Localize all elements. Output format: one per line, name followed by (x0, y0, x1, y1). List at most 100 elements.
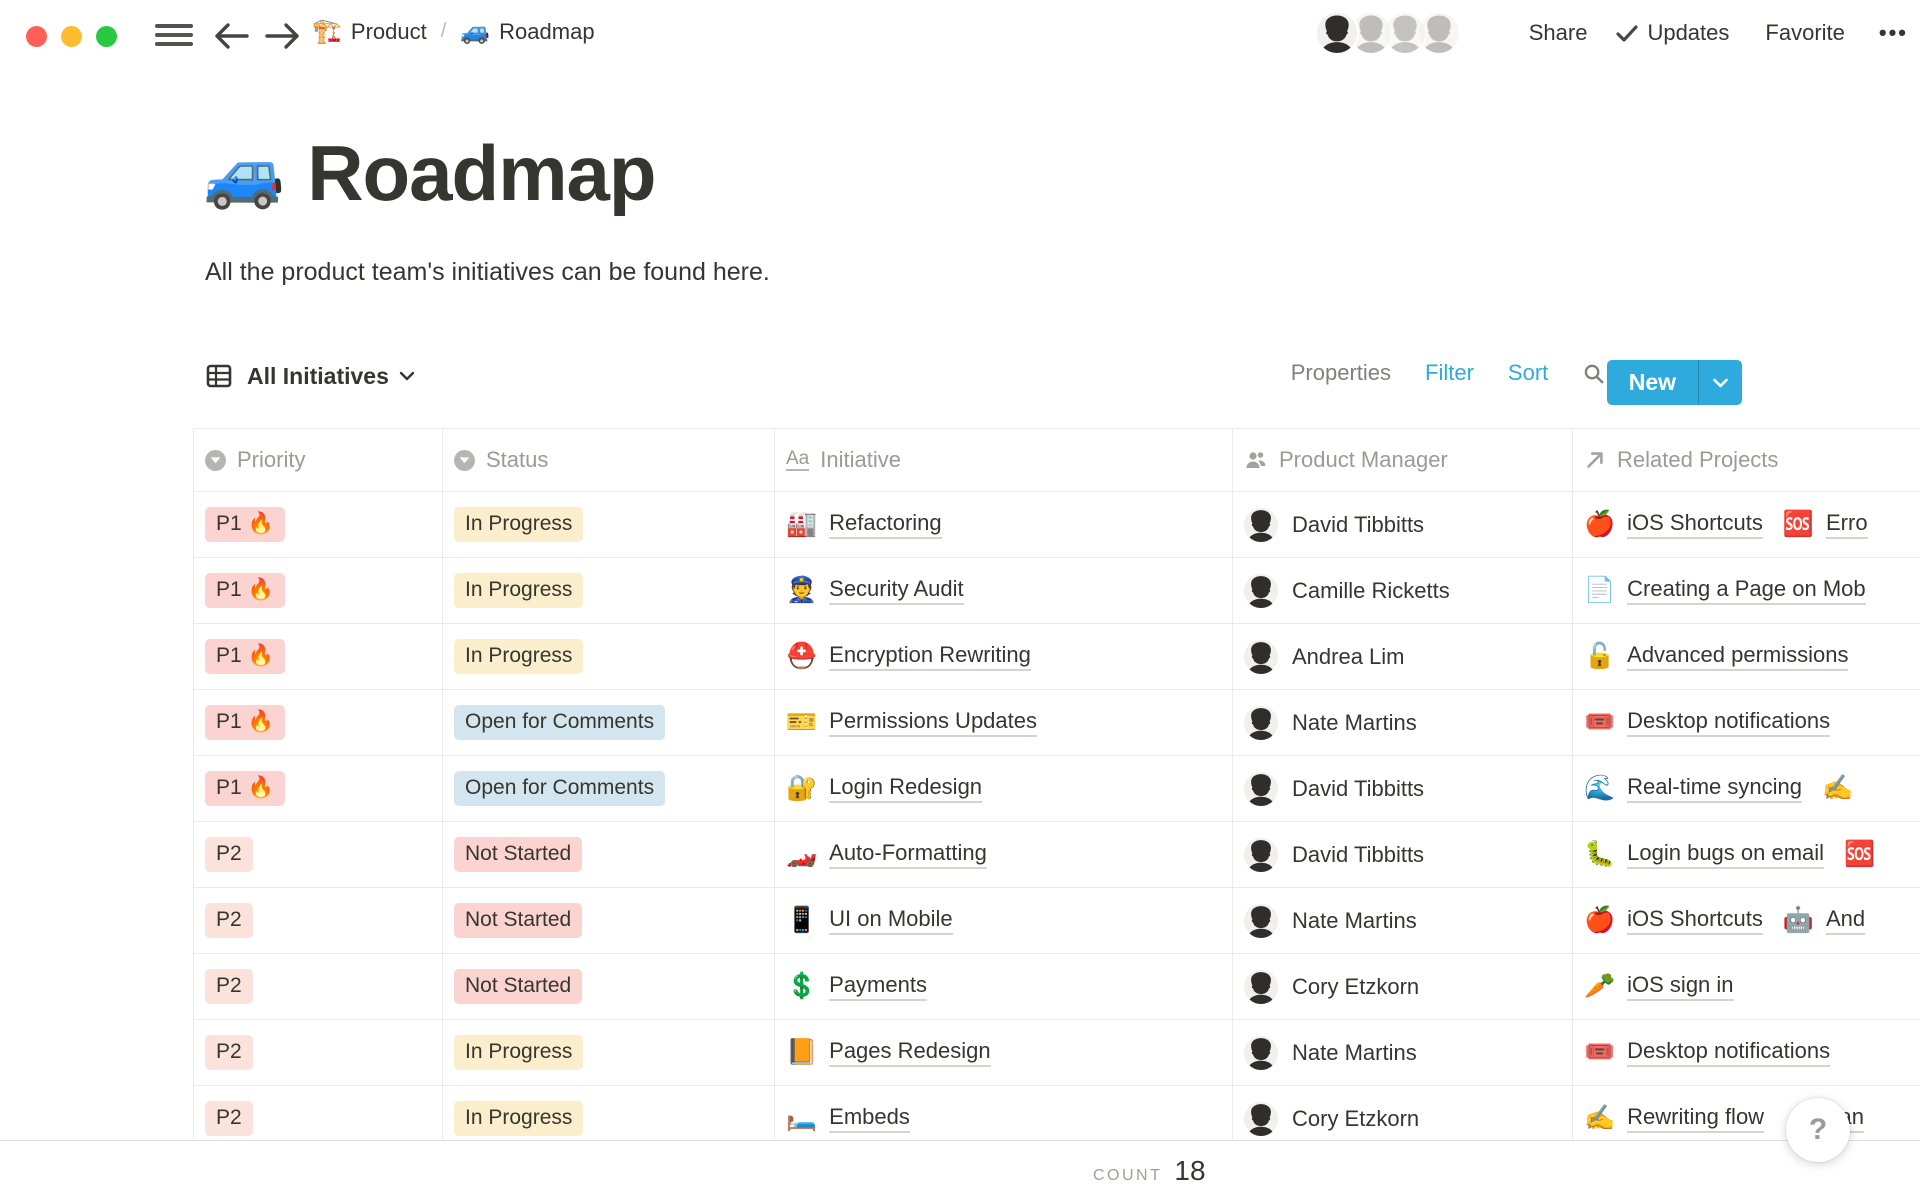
status-cell[interactable]: In Progress (443, 492, 775, 557)
filter-button[interactable]: Filter (1425, 360, 1474, 386)
priority-cell[interactable]: P2 (193, 1086, 443, 1140)
column-header-priority[interactable]: Priority (193, 429, 443, 491)
status-cell[interactable]: In Progress (443, 558, 775, 623)
column-header-initiative[interactable]: Aa Initiative (775, 429, 1233, 491)
new-button-label[interactable]: New (1607, 360, 1698, 405)
initiative-page-link[interactable]: 🏭 Refactoring (786, 510, 942, 539)
column-header-product-manager[interactable]: Product Manager (1233, 429, 1573, 491)
sidebar-menu-icon[interactable] (155, 24, 193, 48)
related-projects-cell[interactable]: 🐛Login bugs on email 🆘 (1573, 822, 1920, 887)
initiative-cell[interactable]: 📙 Pages Redesign (775, 1020, 1233, 1085)
status-cell[interactable]: Not Started (443, 822, 775, 887)
related-project-link[interactable]: 🍎iOS Shortcuts (1584, 510, 1763, 539)
related-projects-cell[interactable]: 🎟️Desktop notifications (1573, 1020, 1920, 1085)
related-project-link[interactable]: 🐛Login bugs on email (1584, 840, 1824, 869)
initiative-cell[interactable]: 📱 UI on Mobile (775, 888, 1233, 953)
back-button[interactable] (212, 20, 252, 52)
priority-cell[interactable]: P1 🔥 (193, 690, 443, 755)
initiative-page-link[interactable]: 💲 Payments (786, 972, 927, 1001)
initiative-page-link[interactable]: 📙 Pages Redesign (786, 1038, 991, 1067)
column-header-status[interactable]: Status (443, 429, 775, 491)
initiative-cell[interactable]: 🏎️ Auto-Formatting (775, 822, 1233, 887)
related-project-link[interactable]: ✍️ (1822, 774, 1853, 803)
favorite-button[interactable]: Favorite (1765, 20, 1844, 46)
priority-cell[interactable]: P2 (193, 822, 443, 887)
priority-cell[interactable]: P1 🔥 (193, 492, 443, 557)
status-cell[interactable]: Not Started (443, 954, 775, 1019)
share-button[interactable]: Share (1529, 20, 1588, 46)
page-emoji[interactable]: 🚙 (203, 135, 285, 213)
more-options-icon[interactable]: ••• (1879, 20, 1908, 46)
product-manager-cell[interactable]: Cory Etzkorn (1233, 1086, 1573, 1140)
status-cell[interactable]: In Progress (443, 624, 775, 689)
related-projects-cell[interactable]: 🔓Advanced permissions (1573, 624, 1920, 689)
related-projects-cell[interactable]: ✍️Rewriting flow🖋️Lan (1573, 1086, 1920, 1140)
updates-button[interactable]: Updates (1615, 20, 1729, 46)
product-manager-cell[interactable]: David Tibbitts (1233, 756, 1573, 821)
related-project-link[interactable]: 🌊Real-time syncing (1584, 774, 1802, 803)
initiative-page-link[interactable]: 🎫 Permissions Updates (786, 708, 1037, 737)
product-manager-cell[interactable]: Nate Martins (1233, 1020, 1573, 1085)
related-project-link[interactable]: 📄Creating a Page on Mob (1584, 576, 1866, 605)
help-button[interactable]: ? (1786, 1098, 1850, 1162)
new-button-caret[interactable] (1699, 360, 1742, 405)
priority-cell[interactable]: P1 🔥 (193, 624, 443, 689)
priority-cell[interactable]: P2 (193, 954, 443, 1019)
product-manager-cell[interactable]: David Tibbitts (1233, 822, 1573, 887)
priority-cell[interactable]: P2 (193, 888, 443, 953)
status-cell[interactable]: In Progress (443, 1086, 775, 1140)
properties-button[interactable]: Properties (1291, 360, 1391, 386)
related-projects-cell[interactable]: 🍎iOS Shortcuts 🤖And (1573, 888, 1920, 953)
related-projects-cell[interactable]: 🍎iOS Shortcuts 🆘Erro (1573, 492, 1920, 557)
related-project-link[interactable]: 🤖And (1783, 906, 1865, 935)
related-projects-cell[interactable]: 🌊Real-time syncing ✍️ (1573, 756, 1920, 821)
new-button[interactable]: New (1607, 360, 1742, 405)
breadcrumb-parent[interactable]: Product (351, 19, 427, 45)
initiative-cell[interactable]: 🔐 Login Redesign (775, 756, 1233, 821)
priority-cell[interactable]: P2 (193, 1020, 443, 1085)
related-project-link[interactable]: 🆘 (1844, 840, 1875, 869)
related-project-link[interactable]: 🎟️Desktop notifications (1584, 708, 1830, 737)
initiative-cell[interactable]: ⛑️ Encryption Rewriting (775, 624, 1233, 689)
initiative-cell[interactable]: 🏭 Refactoring (775, 492, 1233, 557)
view-switcher[interactable]: All Initiatives (205, 362, 415, 390)
initiative-cell[interactable]: 👮 Security Audit (775, 558, 1233, 623)
breadcrumb-current[interactable]: Roadmap (499, 19, 594, 45)
product-manager-cell[interactable]: Andrea Lim (1233, 624, 1573, 689)
product-manager-cell[interactable]: Cory Etzkorn (1233, 954, 1573, 1019)
zoom-window-button[interactable] (96, 26, 117, 47)
initiative-page-link[interactable]: 📱 UI on Mobile (786, 906, 953, 935)
product-manager-cell[interactable]: Nate Martins (1233, 888, 1573, 953)
related-projects-cell[interactable]: 🥕iOS sign in (1573, 954, 1920, 1019)
status-cell[interactable]: In Progress (443, 1020, 775, 1085)
related-projects-cell[interactable]: 📄Creating a Page on Mob (1573, 558, 1920, 623)
initiative-page-link[interactable]: 🛏️ Embeds (786, 1104, 910, 1133)
product-manager-cell[interactable]: David Tibbitts (1233, 492, 1573, 557)
related-project-link[interactable]: 🔓Advanced permissions (1584, 642, 1848, 671)
initiative-page-link[interactable]: ⛑️ Encryption Rewriting (786, 642, 1031, 671)
status-cell[interactable]: Open for Comments (443, 690, 775, 755)
initiative-page-link[interactable]: 👮 Security Audit (786, 576, 964, 605)
forward-button[interactable] (262, 20, 302, 52)
initiative-page-link[interactable]: 🏎️ Auto-Formatting (786, 840, 987, 869)
initiative-cell[interactable]: 🎫 Permissions Updates (775, 690, 1233, 755)
minimize-window-button[interactable] (61, 26, 82, 47)
close-window-button[interactable] (26, 26, 47, 47)
initiative-cell[interactable]: 🛏️ Embeds (775, 1086, 1233, 1140)
related-project-link[interactable]: 🥕iOS sign in (1584, 972, 1734, 1001)
related-project-link[interactable]: ✍️Rewriting flow (1584, 1104, 1764, 1133)
collaborator-avatar[interactable] (1315, 11, 1359, 55)
initiative-cell[interactable]: 💲 Payments (775, 954, 1233, 1019)
status-cell[interactable]: Open for Comments (443, 756, 775, 821)
related-project-link[interactable]: 🆘Erro (1783, 510, 1868, 539)
column-header-related-projects[interactable]: Related Projects (1573, 429, 1920, 491)
sort-button[interactable]: Sort (1508, 360, 1548, 386)
product-manager-cell[interactable]: Nate Martins (1233, 690, 1573, 755)
related-project-link[interactable]: 🍎iOS Shortcuts (1584, 906, 1763, 935)
status-cell[interactable]: Not Started (443, 888, 775, 953)
priority-cell[interactable]: P1 🔥 (193, 558, 443, 623)
related-projects-cell[interactable]: 🎟️Desktop notifications (1573, 690, 1920, 755)
related-project-link[interactable]: 🎟️Desktop notifications (1584, 1038, 1830, 1067)
product-manager-cell[interactable]: Camille Ricketts (1233, 558, 1573, 623)
priority-cell[interactable]: P1 🔥 (193, 756, 443, 821)
